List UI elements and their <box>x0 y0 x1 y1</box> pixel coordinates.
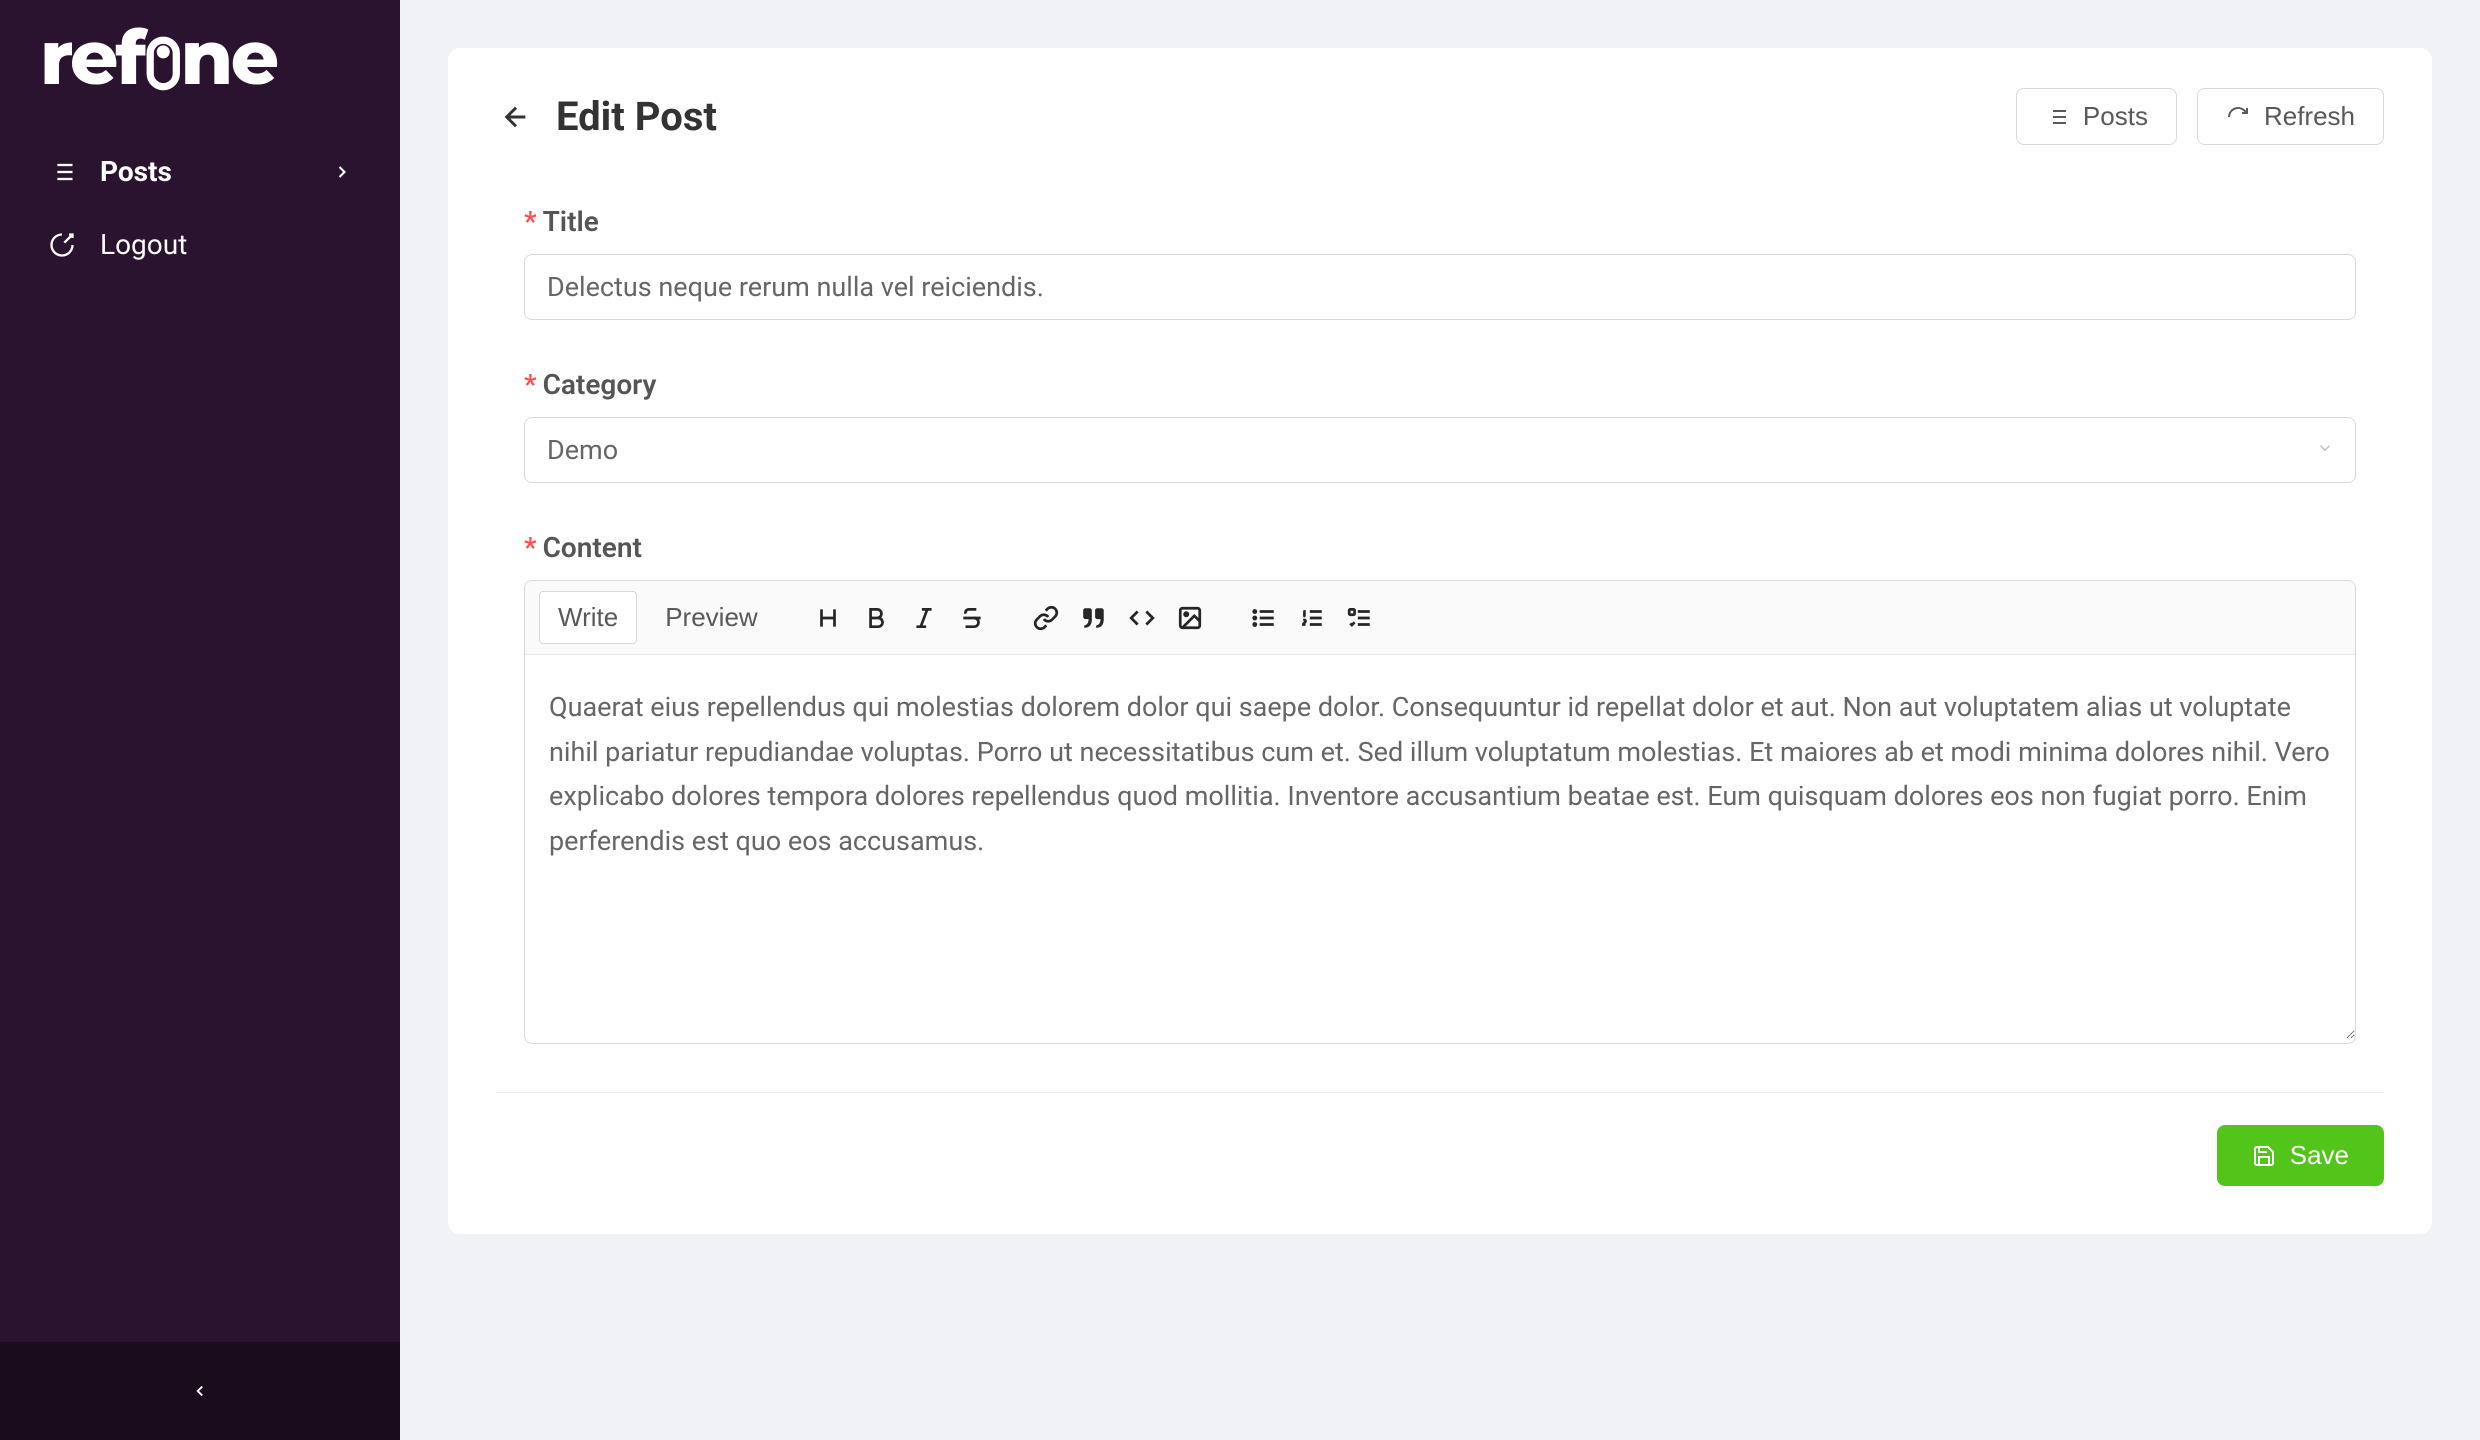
form-item-title: *Title <box>524 205 2356 320</box>
save-button[interactable]: Save <box>2217 1125 2384 1186</box>
toolbar-group-insert <box>1024 596 1212 640</box>
svg-text:ref: ref <box>40 20 148 101</box>
unordered-list-icon <box>1251 605 1277 631</box>
markdown-editor: Write Preview <box>524 580 2356 1044</box>
page-title: Edit Post <box>556 93 2016 140</box>
list-icon <box>48 158 76 186</box>
card-footer: Save <box>496 1125 2384 1186</box>
sidebar-item-logout[interactable]: Logout <box>0 208 400 281</box>
chevron-left-icon <box>191 1382 209 1400</box>
edit-card: Edit Post Posts Refresh *Title <box>448 48 2432 1234</box>
save-icon <box>2252 1144 2276 1168</box>
title-label: *Title <box>524 205 2356 238</box>
preview-tab[interactable]: Preview <box>647 592 775 643</box>
refresh-button-label: Refresh <box>2264 101 2355 132</box>
checklist-button[interactable] <box>1338 596 1382 640</box>
refresh-icon <box>2226 105 2250 129</box>
svg-text:ne: ne <box>181 20 278 101</box>
logout-icon <box>48 231 76 259</box>
heading-button[interactable] <box>806 596 850 640</box>
quote-button[interactable] <box>1072 596 1116 640</box>
list-icon <box>2045 105 2069 129</box>
heading-icon <box>815 605 841 631</box>
code-button[interactable] <box>1120 596 1164 640</box>
sidebar-item-label: Logout <box>100 228 352 261</box>
toolbar-group-list <box>1242 596 1382 640</box>
ordered-list-icon <box>1299 605 1325 631</box>
divider <box>496 1092 2384 1093</box>
required-marker: * <box>524 368 537 401</box>
strikethrough-button[interactable] <box>950 596 994 640</box>
write-tab[interactable]: Write <box>539 591 637 644</box>
ordered-list-button[interactable] <box>1290 596 1334 640</box>
checklist-icon <box>1347 605 1373 631</box>
required-marker: * <box>524 205 537 238</box>
link-icon <box>1033 605 1059 631</box>
required-marker: * <box>524 531 537 564</box>
header-actions: Posts Refresh <box>2016 88 2384 145</box>
bold-button[interactable] <box>854 596 898 640</box>
image-button[interactable] <box>1168 596 1212 640</box>
sidebar-item-label: Posts <box>100 155 308 188</box>
title-input[interactable] <box>524 254 2356 320</box>
content-textarea[interactable] <box>525 655 2355 1039</box>
posts-button[interactable]: Posts <box>2016 88 2177 145</box>
save-button-label: Save <box>2290 1140 2349 1171</box>
code-icon <box>1129 605 1155 631</box>
back-button[interactable] <box>496 97 536 137</box>
refresh-button[interactable]: Refresh <box>2197 88 2384 145</box>
italic-button[interactable] <box>902 596 946 640</box>
category-select[interactable]: Demo <box>524 417 2356 483</box>
quote-icon <box>1081 605 1107 631</box>
main-content: Edit Post Posts Refresh *Title <box>400 0 2480 1440</box>
strikethrough-icon <box>959 605 985 631</box>
card-header: Edit Post Posts Refresh <box>496 88 2384 145</box>
unordered-list-button[interactable] <box>1242 596 1286 640</box>
refine-logo-icon: ref ne <box>40 20 330 101</box>
toolbar-group-text <box>806 596 994 640</box>
form-item-category: *Category Demo <box>524 368 2356 483</box>
sidebar: ref ne Posts Logout <box>0 0 400 1440</box>
content-label: *Content <box>524 531 2356 564</box>
sidebar-collapse-button[interactable] <box>0 1342 400 1440</box>
image-icon <box>1177 605 1203 631</box>
chevron-right-icon <box>332 162 352 182</box>
link-button[interactable] <box>1024 596 1068 640</box>
category-label: *Category <box>524 368 2356 401</box>
edit-form: *Title *Category Demo *Content <box>496 205 2384 1044</box>
sidebar-item-posts[interactable]: Posts <box>0 135 400 208</box>
posts-button-label: Posts <box>2083 101 2148 132</box>
app-root: ref ne Posts Logout <box>0 0 2480 1440</box>
italic-icon <box>911 605 937 631</box>
brand-logo: ref ne <box>0 0 400 135</box>
form-item-content: *Content Write Preview <box>524 531 2356 1044</box>
bold-icon <box>863 605 889 631</box>
category-select-wrap: Demo <box>524 417 2356 483</box>
arrow-left-icon <box>500 101 532 133</box>
editor-toolbar: Write Preview <box>525 581 2355 655</box>
